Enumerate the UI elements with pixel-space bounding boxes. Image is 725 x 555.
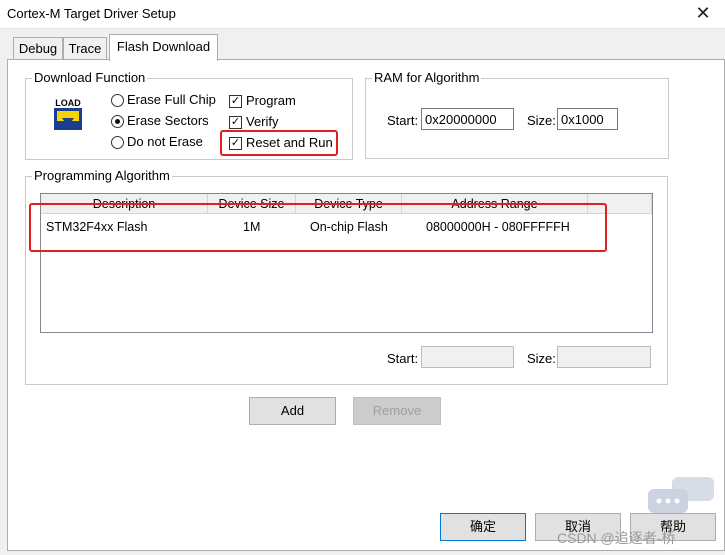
watermark-text: CSDN @追逐者-桥 bbox=[557, 530, 676, 546]
remove-button[interactable]: Remove bbox=[353, 397, 441, 425]
erase-full-chip-label: Erase Full Chip bbox=[127, 92, 216, 107]
erase-sectors-label: Erase Sectors bbox=[127, 113, 209, 128]
close-button[interactable]: ✕ bbox=[686, 2, 720, 26]
add-button[interactable]: Add bbox=[249, 397, 336, 425]
radio-erase-sectors[interactable] bbox=[111, 115, 124, 128]
algo-start-label: Start: bbox=[387, 351, 419, 366]
ram-group-title: RAM for Algorithm bbox=[372, 70, 482, 85]
checkbox-program[interactable]: ✓ bbox=[229, 95, 242, 108]
ram-start-input[interactable]: 0x20000000 bbox=[421, 108, 514, 130]
algo-size-label: Size: bbox=[527, 351, 556, 366]
tab-flash-download[interactable]: Flash Download bbox=[109, 34, 218, 61]
algo-size-input[interactable] bbox=[557, 346, 651, 368]
checkbox-verify[interactable]: ✓ bbox=[229, 116, 242, 129]
window-title: Cortex-M Target Driver Setup bbox=[7, 6, 176, 21]
load-icon: LOAD bbox=[51, 96, 85, 132]
load-icon-text: LOAD bbox=[55, 98, 81, 108]
title-bar: Cortex-M Target Driver Setup ✕ bbox=[0, 0, 725, 29]
download-function-title: Download Function bbox=[32, 70, 148, 85]
algo-start-input[interactable] bbox=[421, 346, 514, 368]
ram-start-label: Start: bbox=[387, 113, 419, 128]
radio-do-not-erase[interactable] bbox=[111, 136, 124, 149]
radio-erase-full-chip[interactable] bbox=[111, 94, 124, 107]
tab-trace[interactable]: Trace bbox=[63, 37, 107, 60]
program-label: Program bbox=[246, 93, 296, 108]
ram-size-label: Size: bbox=[527, 113, 556, 128]
verify-label: Verify bbox=[246, 114, 279, 129]
highlight-algorithm-row bbox=[29, 203, 607, 252]
close-icon: ✕ bbox=[695, 3, 711, 23]
ok-button[interactable]: 确定 bbox=[440, 513, 526, 541]
programming-algorithm-title: Programming Algorithm bbox=[32, 168, 172, 183]
tab-debug[interactable]: Debug bbox=[13, 37, 63, 60]
ram-size-input[interactable]: 0x1000 bbox=[557, 108, 618, 130]
chat-bubble-icon bbox=[646, 475, 716, 515]
highlight-reset-and-run bbox=[220, 130, 338, 156]
do-not-erase-label: Do not Erase bbox=[127, 134, 203, 149]
